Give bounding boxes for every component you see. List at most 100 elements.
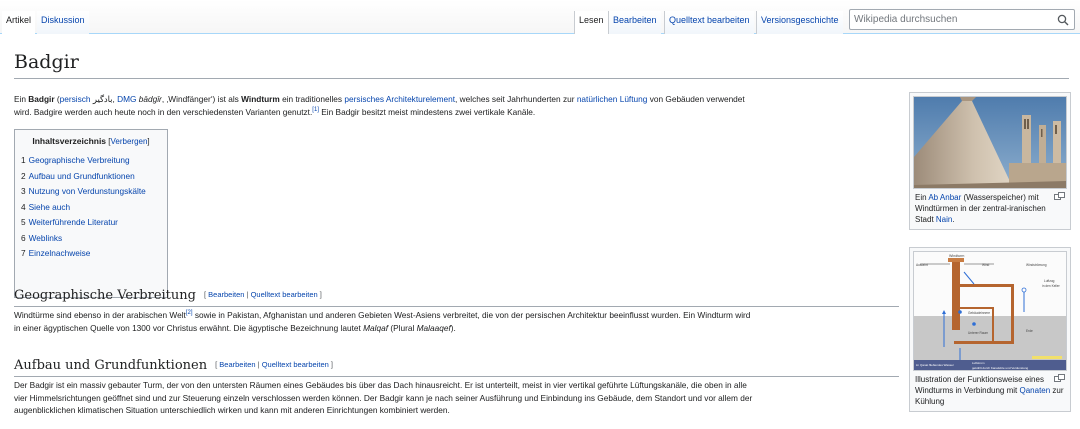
text: Ein Badgir besitzt meist mindestens zwei… <box>318 106 536 117</box>
toc-item[interactable]: 1 Geographische Verbreitung <box>21 153 161 169</box>
tab-lesen[interactable]: Lesen <box>574 11 608 34</box>
edit-bracket: ] <box>317 290 322 299</box>
toc-item[interactable]: 6 Weblinks <box>21 231 161 247</box>
toc-toggle-button[interactable]: Verbergen <box>111 137 148 146</box>
diagram-illustration: Windturm Ausfahrt Wind Windströmung Luft… <box>914 252 1066 370</box>
section-heading-aufbau: Aufbau und Grundfunktionen [ Bearbeiten |… <box>14 356 899 377</box>
toc-toggle-bracket: ] <box>147 137 150 146</box>
diagram-label: in den Keller <box>1042 284 1061 288</box>
toc-number: 7 <box>21 248 26 258</box>
text: wird. Badgire werden auch heute noch in … <box>14 106 313 117</box>
search-icon[interactable] <box>1057 14 1069 26</box>
toc-link[interactable]: Weiterführende Literatur <box>29 217 118 227</box>
toc-link[interactable]: Nutzung von Verdunstungskälte <box>29 186 146 196</box>
toc-title: Inhaltsverzeichnis <box>32 136 107 146</box>
text: . <box>952 215 955 224</box>
diagram-label: Luftzug <box>1044 279 1055 283</box>
text: , ‚Windfänger‘) ist als <box>161 94 242 104</box>
text: بادگیر, <box>90 94 118 104</box>
term-malqaf: Malqaf <box>363 322 389 333</box>
thumbnail-caption: Illustration der Funktionsweise eines Wi… <box>913 371 1067 408</box>
edit-section-button[interactable]: Bearbeiten <box>208 290 244 299</box>
toc-link[interactable]: Geographische Verbreitung <box>29 155 130 165</box>
toc-number: 6 <box>21 232 26 243</box>
link-natuerliche-lueftung[interactable]: natürlichen Lüftung <box>577 94 648 104</box>
text: von Gebäuden verwendet <box>647 94 745 104</box>
diagram-label: gekühlt durch Kanalsitze und Verdunstung <box>972 366 1029 370</box>
section2-paragraph: Der Badgir ist ein massiv gebauter Turm,… <box>14 379 904 417</box>
enlarge-icon[interactable] <box>1054 192 1065 200</box>
link-qanaten[interactable]: Qanaten <box>1020 386 1051 395</box>
diagram-label: Windströmung <box>1026 263 1047 267</box>
diagram-label: Ausfahrt <box>916 263 928 267</box>
diagram-label: Luftstrom <box>972 361 985 365</box>
toc-number: 1 <box>21 155 26 165</box>
thumbnail-windturm-diagram: Windturm Ausfahrt Wind Windströmung Luft… <box>909 247 1071 412</box>
edit-source-button[interactable]: Quelltext bearbeiten <box>251 290 318 299</box>
term-malaaqef: Malaaqef <box>416 322 451 333</box>
text: ). <box>450 322 456 333</box>
link-ab-anbar[interactable]: Ab Anbar <box>928 193 961 202</box>
diagram-label: Erde <box>1026 329 1033 333</box>
diagram-label: im Qanat fließendes Wasser <box>916 363 954 367</box>
text: sowie in Pakistan, Afghanistan und ander… <box>192 310 751 320</box>
toc-number: 4 <box>21 201 26 212</box>
term-windturm: Windturm <box>241 94 280 104</box>
toc-item[interactable]: 3 Nutzung von Verdunstungskälte <box>21 184 161 200</box>
toc-item[interactable]: 5 Weiterführende Literatur <box>21 215 161 231</box>
diagram-label: Wind <box>982 263 989 267</box>
text: Ein <box>14 94 29 104</box>
diagram-label: Windturm <box>949 254 964 258</box>
toc-header: Inhaltsverzeichnis [Verbergen] <box>21 135 161 148</box>
tab-bearbeiten[interactable]: Bearbeiten <box>608 11 661 34</box>
section-edit-links: [ Bearbeiten | Quelltext bearbeiten ] <box>204 290 322 299</box>
search-input[interactable] <box>854 12 1044 27</box>
text: augenblicklichen klimatischen Situation … <box>14 405 450 415</box>
toc-number: 5 <box>21 217 26 227</box>
search-box <box>849 9 1075 30</box>
table-of-contents: Inhaltsverzeichnis [Verbergen] 1 Geograph… <box>14 129 168 298</box>
article-content: Badgir Ein Badgir (persisch بادگیر, DMG … <box>0 34 1080 429</box>
toc-item[interactable]: 2 Aufbau und Grundfunktionen <box>21 169 161 185</box>
text: vier Himmelsrichtungen geöffnet sind und… <box>14 392 753 403</box>
text: (Plural <box>388 322 417 333</box>
toc-link[interactable]: Siehe auch <box>29 202 71 212</box>
edit-source-button[interactable]: Quelltext bearbeiten <box>262 360 329 369</box>
text: Der Badgir ist ein massiv gebauter Turm,… <box>14 380 747 390</box>
text: Windtürme sind ebenso in der arabischen … <box>14 310 186 320</box>
diagram-windturm[interactable]: Windturm Ausfahrt Wind Windströmung Luft… <box>913 251 1067 371</box>
page-title: Badgir <box>14 50 1069 79</box>
toc-link[interactable]: Einzelnachweise <box>29 248 91 258</box>
term-badgir: Badgir <box>28 94 55 104</box>
toc-link[interactable]: Weblinks <box>29 233 63 243</box>
link-nain[interactable]: Nain <box>936 215 952 224</box>
diagram-label: Gebäudeinnere <box>968 311 990 315</box>
intro-paragraph: Ein Badgir (persisch بادگیر, DMG bādgīr,… <box>14 93 904 118</box>
link-persisch[interactable]: persisch <box>60 94 91 104</box>
reference-link[interactable]: [2] <box>186 310 193 316</box>
section-heading-geographische-verbreitung: Geographische Verbreitung [ Bearbeiten | … <box>14 286 899 307</box>
photo-ab-anbar[interactable] <box>913 96 1067 189</box>
toc-item[interactable]: 7 Einzelnachweise <box>21 246 161 262</box>
section1-paragraph: Windtürme sind ebenso in der arabischen … <box>14 309 904 334</box>
tab-versionsgeschichte[interactable]: Versionsgeschichte <box>756 11 843 34</box>
toc-item[interactable]: 4 Siehe auch <box>21 200 161 216</box>
link-dmg[interactable]: DMG <box>117 94 136 104</box>
reference-link[interactable]: [1] <box>312 107 319 113</box>
toc-number: 2 <box>21 170 26 181</box>
section-title: Aufbau und Grundfunktionen <box>14 358 208 373</box>
photo-illustration <box>914 97 1066 188</box>
edit-bracket: ] <box>328 360 333 369</box>
edit-section-button[interactable]: Bearbeiten <box>219 360 255 369</box>
link-architekturelement[interactable]: persisches Architekturelement <box>344 94 455 104</box>
toc-number: 3 <box>21 186 26 196</box>
text: in einer ägyptischen Quelle von 1300 vor… <box>14 322 364 333</box>
tab-diskussion[interactable]: Diskussion <box>37 11 89 34</box>
toc-link[interactable]: Aufbau und Grundfunktionen <box>29 171 135 181</box>
tab-quelltext-bearbeiten[interactable]: Quelltext bearbeiten <box>664 11 754 34</box>
thumbnail-caption: Ein Ab Anbar (Wasserspeicher) mit Windtü… <box>913 189 1067 226</box>
enlarge-icon[interactable] <box>1054 374 1065 382</box>
section-title: Geographische Verbreitung <box>14 288 196 303</box>
tab-artikel[interactable]: Artikel <box>2 11 36 34</box>
thumbnail-ab-anbar: Ein Ab Anbar (Wasserspeicher) mit Windtü… <box>909 92 1071 230</box>
